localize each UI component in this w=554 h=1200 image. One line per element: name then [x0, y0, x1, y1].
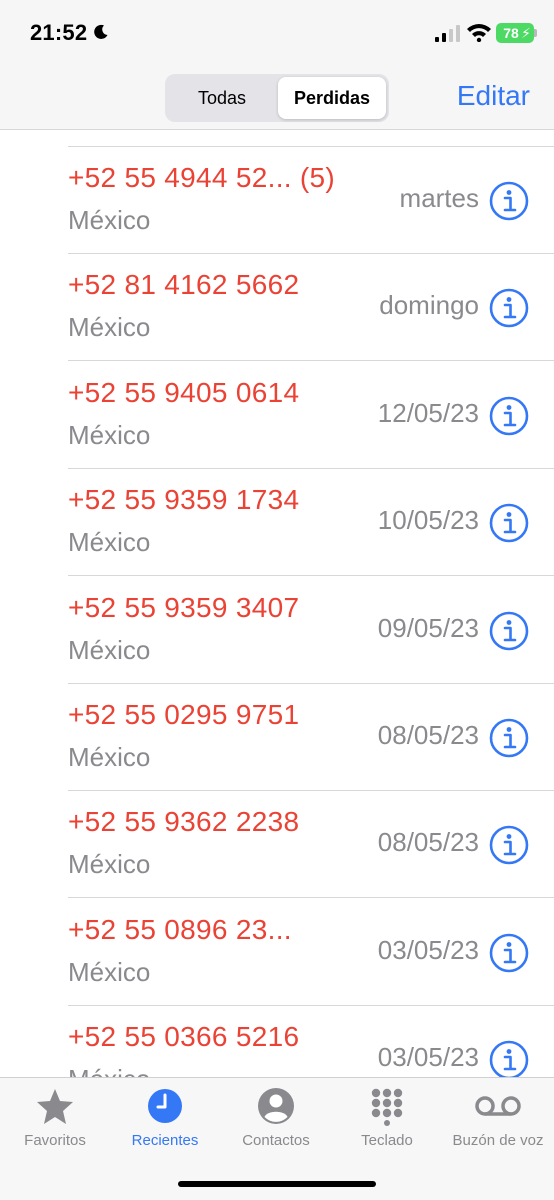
- status-time: 21:52: [30, 20, 88, 45]
- wifi-icon: [467, 24, 491, 42]
- info-icon[interactable]: [489, 611, 529, 651]
- home-indicator[interactable]: [178, 1181, 376, 1187]
- edit-button[interactable]: Editar: [457, 80, 530, 112]
- call-date: 08/05/23: [377, 720, 479, 750]
- caller-location: México: [68, 419, 151, 450]
- tab-buzon-de-voz[interactable]: Buzón de voz: [443, 1086, 553, 1149]
- info-icon[interactable]: [489, 825, 529, 865]
- call-date: 12/05/23: [377, 397, 479, 428]
- tab-label: Buzón de voz: [452, 1132, 544, 1149]
- call-date: 03/05/23: [377, 934, 479, 965]
- caller-location: México: [68, 742, 151, 772]
- tab-contactos[interactable]: Contactos: [221, 1086, 331, 1149]
- call-row[interactable]: +52 55 0295 9751 México 08/05/23: [0, 684, 554, 791]
- tab-label: Contactos: [242, 1132, 310, 1149]
- caller-number: +52 55 0366 5216: [68, 1021, 300, 1053]
- caller-location: México: [68, 527, 151, 558]
- clock-icon: [148, 1089, 182, 1123]
- tab-favoritos[interactable]: Favoritos: [0, 1086, 110, 1149]
- caller-location: México: [68, 634, 151, 665]
- caller-number: +52 55 9405 0614: [68, 376, 300, 408]
- caller-number: +52 55 9362 2238: [68, 806, 300, 838]
- info-icon[interactable]: [489, 933, 529, 973]
- segment-todas[interactable]: Todas: [168, 77, 276, 119]
- call-row[interactable]: +52 55 0896 23... México 03/05/23: [0, 899, 554, 1006]
- battery-indicator: 78 ⚡: [496, 23, 534, 43]
- battery-cap: [534, 29, 537, 37]
- call-date: 09/05/23: [377, 612, 479, 643]
- caller-location: México: [68, 1064, 150, 1077]
- info-icon[interactable]: [489, 288, 529, 328]
- info-icon[interactable]: [489, 181, 529, 221]
- info-icon[interactable]: [489, 718, 529, 758]
- call-date: 03/05/23: [377, 1042, 479, 1073]
- tab-label: Teclado: [361, 1132, 413, 1149]
- caller-location: México: [68, 312, 151, 343]
- info-icon[interactable]: [489, 1040, 529, 1077]
- caller-number: +52 55 9359 1734: [68, 484, 300, 516]
- segment-perdidas[interactable]: Perdidas: [278, 77, 386, 119]
- call-date: 08/05/23: [377, 827, 479, 858]
- tab-label: Recientes: [131, 1132, 199, 1149]
- caller-number: +52 55 0896 23...: [68, 913, 292, 945]
- info-icon[interactable]: [489, 396, 529, 436]
- person-icon: [258, 1088, 294, 1124]
- call-row[interactable]: +52 55 9405 0614 México 12/05/23: [0, 362, 554, 469]
- caller-location: México: [68, 849, 151, 880]
- caller-location: México: [68, 205, 151, 235]
- tab-teclado[interactable]: Teclado: [332, 1086, 442, 1149]
- keypad-icon: [371, 1088, 403, 1126]
- missed-calls-list[interactable]: +52 55 4944 52... (5) México martes +52 81 …: [0, 131, 554, 1077]
- caller-number: +52 55 0295 9751: [68, 699, 300, 730]
- info-icon[interactable]: [489, 503, 529, 543]
- tab-label: Favoritos: [24, 1132, 86, 1149]
- caller-number: +52 81 4162 5662: [68, 269, 300, 301]
- tab-recientes[interactable]: Recientes: [110, 1086, 220, 1149]
- charging-bolt-icon: ⚡: [521, 25, 531, 41]
- status-bar: 21:52 78 ⚡: [0, 0, 554, 66]
- voicemail-icon: [475, 1096, 521, 1116]
- call-row[interactable]: +52 55 9362 2238 México 08/05/23: [0, 791, 554, 899]
- caller-location: México: [68, 956, 151, 987]
- call-row[interactable]: +52 55 0366 5216 México 03/05/23: [0, 1006, 554, 1077]
- call-row[interactable]: +52 55 9359 1734 México 10/05/23: [0, 469, 554, 577]
- moon-icon: [94, 24, 108, 39]
- call-row[interactable]: +52 81 4162 5662 México domingo: [0, 254, 554, 362]
- cellular-signal-icon: [435, 25, 460, 42]
- battery-level: 78: [503, 25, 519, 41]
- call-date: domingo: [379, 290, 479, 321]
- call-date: 10/05/23: [377, 505, 479, 536]
- call-date: martes: [399, 183, 479, 213]
- caller-number: +52 55 9359 3407: [68, 591, 300, 623]
- filter-segmented-control: Todas Perdidas: [165, 74, 389, 122]
- star-icon: [37, 1089, 73, 1124]
- nav-header: Todas Perdidas Editar: [0, 66, 554, 130]
- call-row[interactable]: +52 55 4944 52... (5) México martes: [0, 147, 554, 254]
- caller-number: +52 55 4944 52... (5): [68, 162, 336, 193]
- call-row[interactable]: +52 55 9359 3407 México 09/05/23: [0, 577, 554, 684]
